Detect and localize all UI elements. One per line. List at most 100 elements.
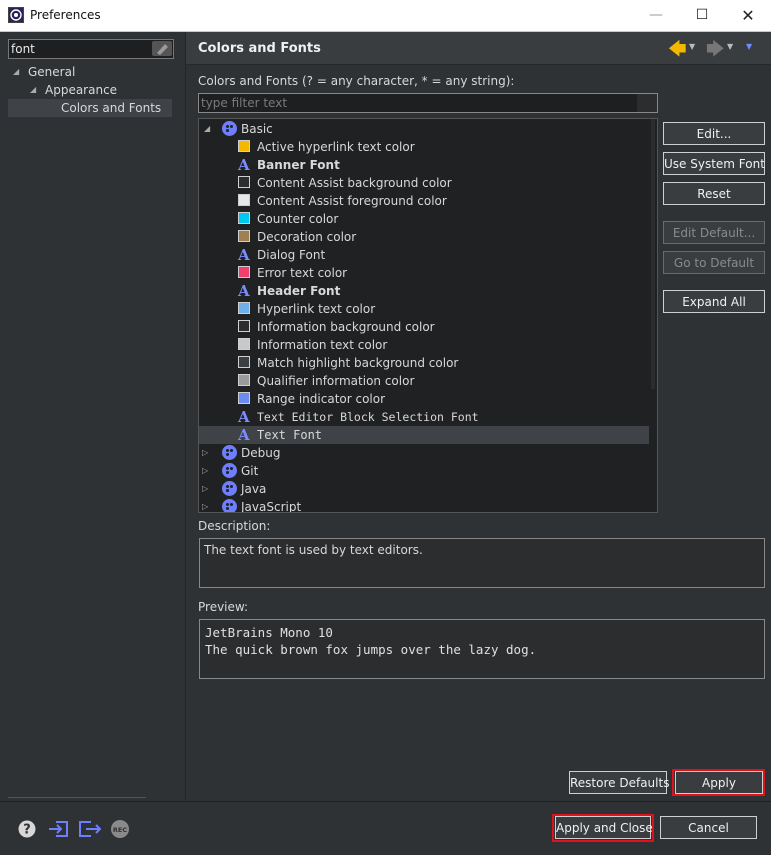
record-icon[interactable]: REC xyxy=(110,820,130,838)
maximize-button[interactable]: ☐ xyxy=(679,0,725,31)
color-swatch-icon xyxy=(238,266,250,278)
expand-all-button[interactable]: Expand All xyxy=(663,290,765,313)
filter-box xyxy=(198,93,658,113)
tree-item[interactable]: Information text color xyxy=(199,336,649,354)
font-icon: A xyxy=(238,426,250,444)
forward-dropdown-icon[interactable]: ▼ xyxy=(727,42,733,51)
sidebar-search-box xyxy=(8,39,174,59)
palette-icon xyxy=(222,499,237,512)
sidebar-search-input[interactable] xyxy=(11,40,147,58)
sidebar-item-appearance[interactable]: ◢ Appearance xyxy=(8,81,172,99)
close-button[interactable]: ✕ xyxy=(725,0,771,31)
tree-item-label: Information background color xyxy=(257,320,435,334)
font-icon: A xyxy=(238,156,250,174)
back-dropdown-icon[interactable]: ▼ xyxy=(689,42,695,51)
tree-item[interactable]: Active hyperlink text color xyxy=(199,138,649,156)
tree-group-basic[interactable]: ◢ Basic xyxy=(199,120,649,138)
tree-item-label: Active hyperlink text color xyxy=(257,140,415,154)
preview-text: JetBrains Mono 10 The quick brown fox ju… xyxy=(205,624,536,658)
window-title: Preferences xyxy=(30,8,101,22)
tree-item[interactable]: Match highlight background color xyxy=(199,354,649,372)
expanded-arrow-icon[interactable]: ◢ xyxy=(204,120,210,138)
color-swatch-icon xyxy=(238,194,250,206)
tree-item[interactable]: A Text Editor Block Selection Font xyxy=(199,408,649,426)
export-icon[interactable] xyxy=(77,820,103,838)
filter-input[interactable] xyxy=(201,94,631,112)
tree-group-javascript[interactable]: ▷ JavaScript xyxy=(199,498,649,512)
tree-group-label: Debug xyxy=(241,446,281,460)
tree-item-label: Information text color xyxy=(257,338,388,352)
tree-item[interactable]: Qualifier information color xyxy=(199,372,649,390)
color-swatch-icon xyxy=(238,374,250,386)
tree-item[interactable]: Counter color xyxy=(199,210,649,228)
edit-default-button[interactable]: Edit Default... xyxy=(663,221,765,244)
reset-button[interactable]: Reset xyxy=(663,182,765,205)
colors-fonts-tree[interactable]: ◢ Basic Active hyperlink text color A Ba… xyxy=(198,118,658,513)
go-to-default-button[interactable]: Go to Default xyxy=(663,251,765,274)
expanded-arrow-icon[interactable]: ◢ xyxy=(13,63,19,81)
description-label: Description: xyxy=(198,519,271,533)
dialog-button-bar: ? REC Apply and Close Cancel xyxy=(0,801,771,855)
sidebar-item-colors-and-fonts[interactable]: Colors and Fonts xyxy=(8,99,172,117)
tree-item[interactable]: Range indicator color xyxy=(199,390,649,408)
tree-group-java[interactable]: ▷ Java xyxy=(199,480,649,498)
preview-label: Preview: xyxy=(198,600,249,614)
color-swatch-icon xyxy=(238,392,250,404)
font-icon: A xyxy=(238,408,250,426)
tree-item-label: Range indicator color xyxy=(257,392,386,406)
expanded-arrow-icon[interactable]: ◢ xyxy=(30,81,36,99)
tree-group-debug[interactable]: ▷ Debug xyxy=(199,444,649,462)
tree-item[interactable]: A Header Font xyxy=(199,282,649,300)
back-arrow-icon[interactable]: 🡄 xyxy=(668,37,687,67)
color-swatch-icon xyxy=(238,338,250,350)
color-swatch-icon xyxy=(238,302,250,314)
tree-item[interactable]: A Dialog Font xyxy=(199,246,649,264)
color-swatch-icon xyxy=(238,176,250,188)
tree-item-label: Banner Font xyxy=(257,158,340,172)
collapsed-arrow-icon[interactable]: ▷ xyxy=(202,462,208,480)
preview-line-2: The quick brown fox jumps over the lazy … xyxy=(205,642,537,657)
tree-item[interactable]: Error text color xyxy=(199,264,649,282)
tree-item[interactable]: Hyperlink text color xyxy=(199,300,649,318)
color-swatch-icon xyxy=(238,320,250,332)
collapsed-arrow-icon[interactable]: ▷ xyxy=(202,498,208,512)
tree-group-git[interactable]: ▷ Git xyxy=(199,462,649,480)
sidebar-item-label: Appearance xyxy=(45,83,118,97)
forward-arrow-icon[interactable]: 🡆 xyxy=(706,37,725,67)
tree-scrollbar-thumb[interactable] xyxy=(651,119,655,389)
tree-item[interactable]: A Banner Font xyxy=(199,156,649,174)
help-icon[interactable]: ? xyxy=(18,820,36,838)
view-menu-icon[interactable]: ▼ xyxy=(746,42,752,51)
tree-item-selected[interactable]: A Text Font xyxy=(199,426,649,444)
preferences-page: Colors and Fonts 🡄 ▼ 🡆 ▼ ▼ Colors and Fo… xyxy=(186,32,771,800)
clear-search-icon[interactable] xyxy=(152,41,172,56)
minimize-button[interactable]: — xyxy=(633,0,679,31)
use-system-font-button[interactable]: Use System Font xyxy=(663,152,765,175)
edit-button[interactable]: Edit... xyxy=(663,122,765,145)
tree-item-label: Text Editor Block Selection Font xyxy=(257,410,479,424)
collapsed-arrow-icon[interactable]: ▷ xyxy=(202,480,208,498)
tree-item-label: Header Font xyxy=(257,284,341,298)
tree-group-label: Git xyxy=(241,464,259,478)
cancel-button[interactable]: Cancel xyxy=(660,816,757,839)
restore-defaults-button[interactable]: Restore Defaults xyxy=(569,771,669,794)
tree-item[interactable]: Information background color xyxy=(199,318,649,336)
preview-line-1: JetBrains Mono 10 xyxy=(205,625,333,640)
color-swatch-icon xyxy=(238,356,250,368)
font-icon: A xyxy=(238,246,250,264)
tree-item-label: Error text color xyxy=(257,266,348,280)
collapsed-arrow-icon[interactable]: ▷ xyxy=(202,444,208,462)
tree-group-label: Java xyxy=(241,482,267,496)
tree-scrollbar[interactable] xyxy=(649,119,657,512)
preview-box: JetBrains Mono 10 The quick brown fox ju… xyxy=(199,619,765,679)
sidebar-item-general[interactable]: ◢ General xyxy=(8,63,172,81)
sidebar-item-label: General xyxy=(28,65,76,79)
tree-item[interactable]: Content Assist background color xyxy=(199,174,649,192)
svg-text:?: ? xyxy=(23,823,31,838)
window-titlebar: Preferences — ☐ ✕ xyxy=(0,0,771,32)
tree-item[interactable]: Content Assist foreground color xyxy=(199,192,649,210)
tree-item[interactable]: Decoration color xyxy=(199,228,649,246)
import-icon[interactable] xyxy=(47,820,71,838)
sidebar-divider xyxy=(8,797,146,798)
tree-item-label: Counter color xyxy=(257,212,339,226)
